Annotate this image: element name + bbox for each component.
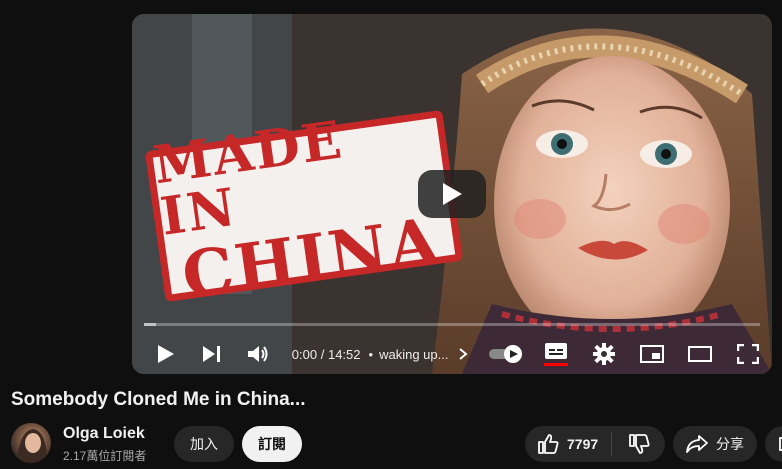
captions-active-indicator: [544, 363, 569, 366]
fullscreen-icon: [737, 344, 760, 364]
theater-mode-button[interactable]: [676, 346, 724, 362]
channel-avatar[interactable]: [11, 423, 51, 463]
time-display: 0:00 / 14:52: [292, 347, 361, 362]
miniplayer-icon: [640, 345, 665, 363]
share-icon: [686, 435, 708, 453]
progress-fill: [144, 323, 157, 326]
settings-button[interactable]: [580, 343, 628, 365]
like-button[interactable]: 7797: [525, 426, 611, 462]
fullscreen-button[interactable]: [724, 344, 772, 364]
gear-icon: [593, 343, 616, 365]
next-icon: [202, 346, 220, 362]
time-separator: /: [320, 346, 325, 362]
share-label: 分享: [716, 436, 744, 452]
theater-icon: [688, 346, 713, 362]
play-icon: [443, 183, 462, 205]
total-time: 14:52: [327, 346, 361, 362]
video-player[interactable]: MADE IN CHINA 0:00 / 14:52 • waking up..…: [132, 14, 772, 374]
subscriber-count: 2.17萬位訂閱者: [63, 449, 147, 463]
more-icon: [779, 437, 782, 451]
progress-bar[interactable]: [144, 323, 760, 326]
play-icon: [157, 345, 174, 363]
chapter-title[interactable]: • waking up...: [369, 347, 471, 362]
chevron-right-icon: [459, 348, 469, 360]
video-title: Somebody Cloned Me in China...: [11, 389, 306, 410]
autoplay-toggle-icon: [489, 345, 523, 363]
current-time: 0:00: [291, 346, 318, 362]
avatar-image: [17, 429, 47, 463]
autoplay-toggle[interactable]: [480, 344, 532, 364]
like-count: 7797: [567, 436, 599, 452]
owner-row: Olga Loiek 2.17萬位訂閱者 加入 訂閱 7797 分享: [11, 423, 782, 463]
next-button[interactable]: [190, 345, 234, 363]
miniplayer-button[interactable]: [628, 345, 676, 363]
subscribe-button[interactable]: 訂閱: [242, 426, 302, 462]
volume-button[interactable]: [234, 344, 282, 364]
like-dislike-group: 7797: [525, 426, 665, 462]
captions-button[interactable]: [532, 342, 580, 366]
player-controls: 0:00 / 14:52 • waking up...: [132, 334, 772, 374]
share-button[interactable]: 分享: [673, 426, 757, 462]
thumbs-up-icon: [538, 434, 559, 454]
made-in-china-stamp: MADE IN CHINA: [144, 109, 464, 314]
captions-icon: [545, 343, 568, 359]
large-play-button[interactable]: [418, 170, 486, 218]
play-button[interactable]: [142, 344, 190, 364]
volume-icon: [247, 346, 268, 362]
thumbs-down-icon: [628, 434, 649, 454]
chapter-label: waking up...: [379, 346, 449, 362]
channel-name[interactable]: Olga Loiek: [63, 425, 145, 443]
dislike-button[interactable]: [612, 426, 665, 462]
more-actions-button[interactable]: [765, 426, 782, 462]
join-button[interactable]: 加入: [174, 426, 234, 462]
